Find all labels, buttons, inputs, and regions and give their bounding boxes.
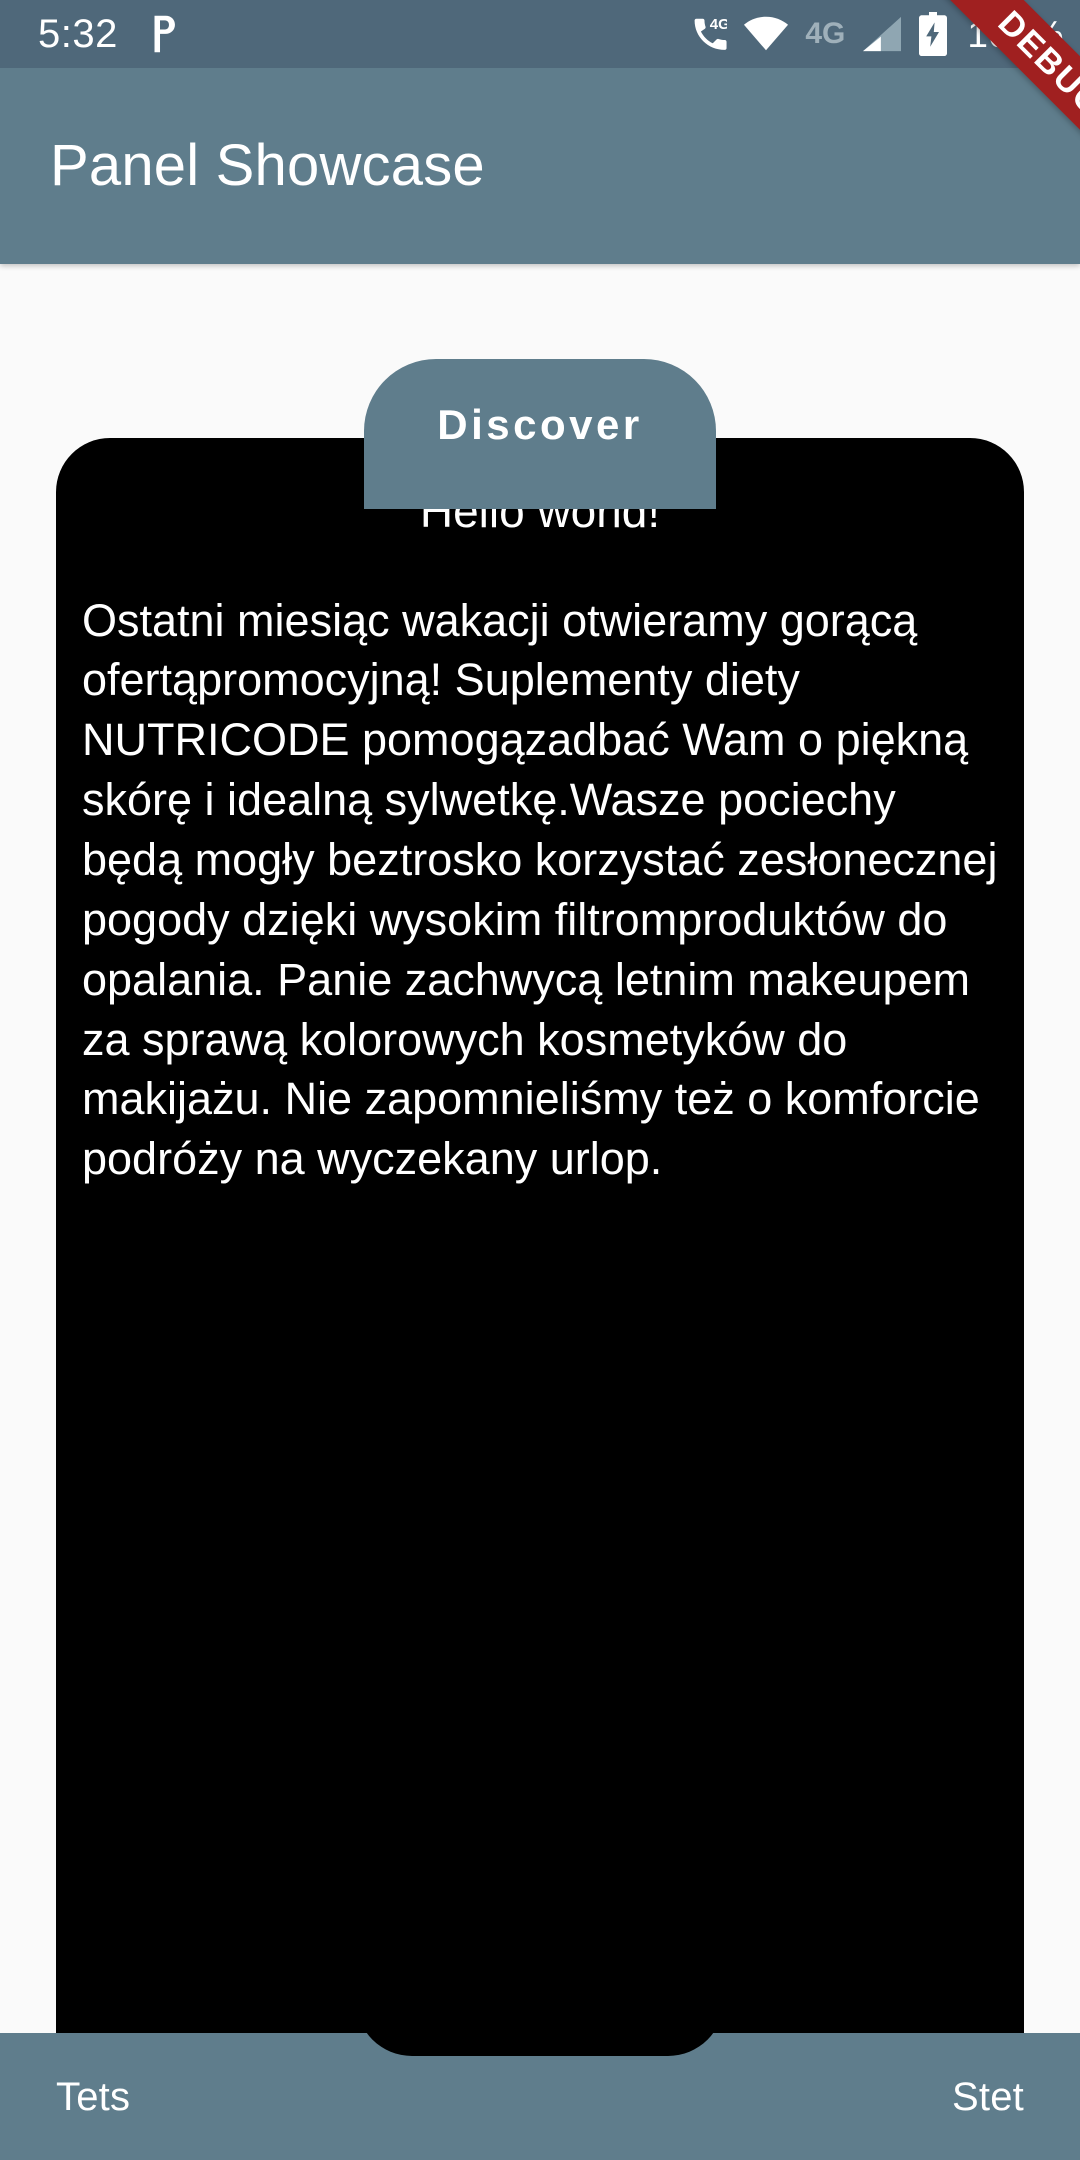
panel-body-text: Ostatni miesiąc wakacji otwieramy gorącą… xyxy=(82,594,998,1185)
status-bar-notification-icons xyxy=(144,12,182,56)
svg-text:4G: 4G xyxy=(710,16,727,33)
page-title: Panel Showcase xyxy=(50,133,485,198)
battery-charging-icon xyxy=(919,12,948,56)
wifi-icon xyxy=(743,16,789,52)
battery-percent-label: 100% xyxy=(967,13,1064,55)
showcase-panel[interactable]: Hello world! Ostatni miesiąc wakacji otw… xyxy=(56,438,1024,2160)
pocket-casts-icon xyxy=(144,12,182,56)
bottom-bar-left-action[interactable]: Tets xyxy=(56,2077,130,2117)
panel-bottom-handle[interactable] xyxy=(356,1978,724,2056)
bottom-bar-right-action[interactable]: Stet xyxy=(952,2077,1024,2117)
status-bar-clock: 5:32 xyxy=(38,12,118,56)
app-bar: Panel Showcase xyxy=(0,68,1080,264)
cellular-signal-icon xyxy=(861,15,903,53)
panel-discover-tab[interactable]: Discover xyxy=(364,359,716,509)
status-bar-system-icons: 4G 4G 100% xyxy=(691,12,1064,56)
phone-signal-4g-icon: 4G xyxy=(691,14,727,54)
status-bar[interactable]: 5:32 4G 4G xyxy=(0,0,1080,68)
panel-discover-tab-label: Discover xyxy=(437,401,643,448)
mobile-network-4g-label: 4G xyxy=(805,17,846,50)
content-area: Discover Hello world! Ostatni miesiąc wa… xyxy=(0,264,1080,2160)
